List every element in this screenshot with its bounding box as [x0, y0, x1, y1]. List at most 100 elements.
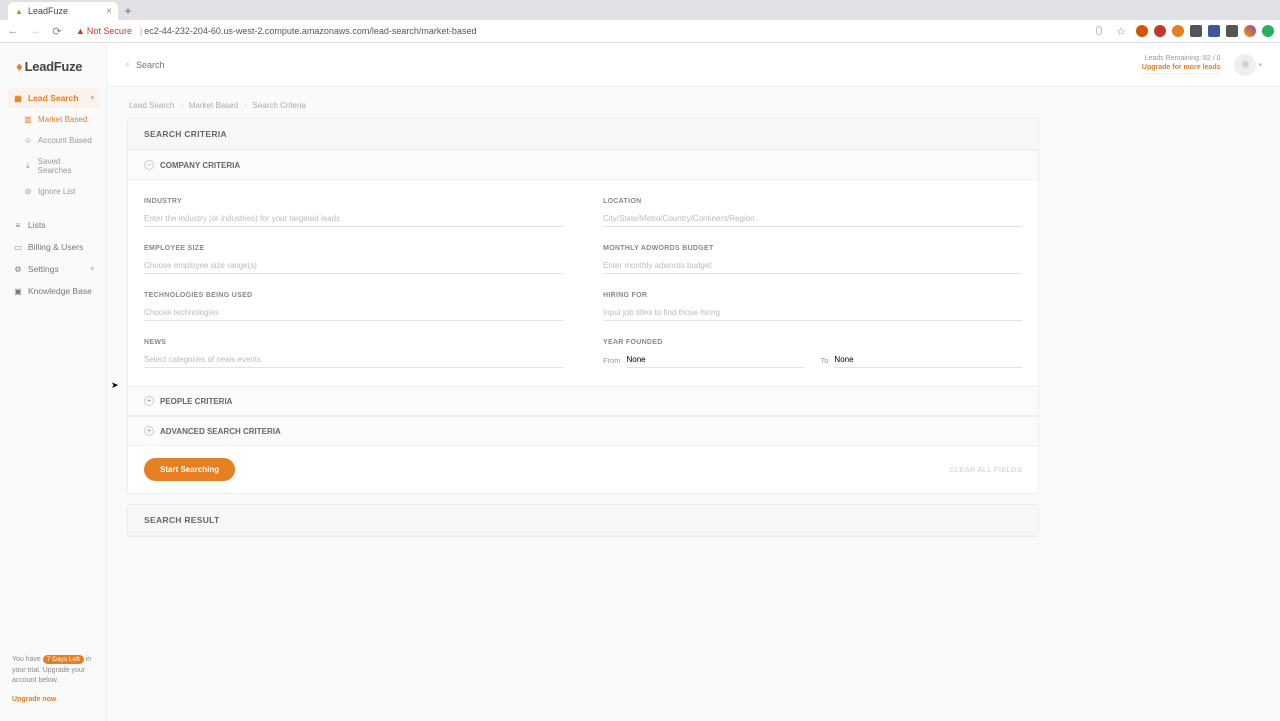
upgrade-now-link[interactable]: Upgrade now [12, 695, 96, 706]
start-searching-button[interactable]: Start Searching [144, 458, 235, 481]
panel-title: SEARCH RESULT [128, 505, 1038, 536]
url-text: ec2-44-232-204-60.us-west-2.compute.amaz… [144, 26, 476, 36]
extension-icons [1136, 25, 1274, 37]
industry-input[interactable] [144, 211, 563, 227]
grid-icon: ▦ [14, 94, 22, 103]
ext-icon[interactable] [1190, 25, 1202, 37]
tab-title: LeadFuze [28, 6, 68, 16]
advanced-criteria-header[interactable]: + ADVANCED SEARCH CRITERIA [128, 416, 1038, 446]
reload-icon[interactable]: ⟳ [50, 24, 64, 38]
browser-tab[interactable]: ▲ LeadFuze × [8, 2, 118, 20]
leads-remaining: Leads Remaining: 82 / 0 Upgrade for more… [1142, 55, 1221, 74]
news-input[interactable] [144, 352, 563, 368]
back-icon[interactable]: ← [6, 24, 20, 38]
trial-box: You have 7 Days Left in your trial. Upgr… [8, 649, 100, 711]
user-menu[interactable]: ◉ ▾ [1234, 54, 1262, 76]
key-icon[interactable]: ⬯ [1092, 24, 1106, 38]
ext-icon[interactable] [1136, 25, 1148, 37]
upgrade-leads-link[interactable]: Upgrade for more leads [1142, 64, 1221, 71]
ext-icon[interactable] [1154, 25, 1166, 37]
collapse-icon: – [144, 160, 154, 170]
employee-size-input[interactable] [144, 258, 563, 274]
logo[interactable]: ♦ LeadFuze [8, 53, 100, 88]
location-label: LOCATION [603, 198, 1022, 205]
chevron-down-icon: ▾ [90, 94, 94, 102]
chevron-down-icon: ▾ [1258, 61, 1262, 69]
breadcrumb-item[interactable]: Lead Search [129, 101, 174, 110]
gear-icon: ⚙ [14, 265, 22, 274]
sidebar-item-lists[interactable]: ≡ Lists [8, 215, 100, 235]
search-criteria-panel: SEARCH CRITERIA – COMPANY CRITERIA INDUS… [127, 118, 1039, 494]
location-input[interactable] [603, 211, 1022, 227]
technologies-input[interactable] [144, 305, 563, 321]
ext-icon[interactable] [1262, 25, 1274, 37]
hiring-input[interactable] [603, 305, 1022, 321]
warning-icon: ▲ [76, 26, 85, 36]
sidebar: ♦ LeadFuze ▦ Lead Search ▾ ▥ Market Base… [0, 43, 107, 721]
main: ⌕ Leads Remaining: 82 / 0 Upgrade for mo… [107, 43, 1280, 721]
brand-name: LeadFuze [25, 59, 83, 74]
year-to-input[interactable] [834, 352, 1022, 368]
sidebar-item-account-based[interactable]: ☺ Account Based [8, 131, 100, 150]
sidebar-item-market-based[interactable]: ▥ Market Based [8, 110, 100, 129]
people-criteria-header[interactable]: + PEOPLE CRITERIA [128, 386, 1038, 416]
breadcrumb: Lead Search › Market Based › Search Crit… [127, 101, 1260, 110]
adwords-input[interactable] [603, 258, 1022, 274]
sidebar-item-lead-search[interactable]: ▦ Lead Search ▾ [8, 88, 100, 108]
breadcrumb-item: Search Criteria [252, 101, 305, 110]
news-label: NEWS [144, 339, 563, 346]
forward-icon[interactable]: → [28, 24, 42, 38]
sidebar-item-saved-searches[interactable]: ⤓ Saved Searches [8, 152, 100, 180]
person-icon: ☺ [24, 136, 32, 145]
building-icon: ▥ [24, 115, 32, 124]
url-box[interactable]: ▲ Not Secure | ec2-44-232-204-60.us-west… [72, 23, 1084, 39]
global-search[interactable]: ⌕ [125, 59, 336, 70]
search-input[interactable] [136, 60, 336, 70]
year-to-label: To [821, 356, 829, 365]
chevron-right-icon: › [180, 102, 182, 109]
sidebar-item-billing[interactable]: ▭ Billing & Users [8, 237, 100, 257]
sidebar-item-ignore-list[interactable]: ⊘ Ignore List [8, 182, 100, 201]
book-icon: ▣ [14, 287, 22, 296]
sidebar-item-knowledge[interactable]: ▣ Knowledge Base [8, 281, 100, 301]
close-tab-icon[interactable]: × [106, 6, 112, 17]
browser-chrome: ▲ LeadFuze × + ← → ⟳ ▲ Not Secure | ec2-… [0, 0, 1280, 43]
ext-icon[interactable] [1208, 25, 1220, 37]
favicon-icon: ▲ [14, 6, 24, 16]
new-tab-button[interactable]: + [118, 2, 138, 20]
year-from-label: From [603, 356, 621, 365]
chevron-right-icon: › [244, 102, 246, 109]
breadcrumb-item[interactable]: Market Based [189, 101, 238, 110]
year-from-input[interactable] [627, 352, 805, 368]
not-secure-badge: ▲ Not Secure [76, 26, 132, 36]
save-icon: ⤓ [24, 161, 32, 171]
flame-icon: ♦ [16, 59, 23, 74]
star-icon[interactable]: ☆ [1114, 24, 1128, 38]
avatar-icon: ◉ [1234, 54, 1256, 76]
search-result-panel: SEARCH RESULT [127, 504, 1039, 537]
search-icon: ⌕ [125, 59, 130, 70]
tab-bar: ▲ LeadFuze × + [0, 0, 1280, 20]
chevron-down-icon: ▾ [90, 265, 94, 273]
list-icon: ≡ [14, 221, 22, 230]
hiring-label: HIRING FOR [603, 292, 1022, 299]
content: Lead Search › Market Based › Search Crit… [107, 87, 1280, 721]
industry-label: INDUSTRY [144, 198, 563, 205]
clear-all-link[interactable]: CLEAR ALL FIELDS [949, 465, 1022, 474]
adwords-label: MONTHLY ADWORDS BUDGET [603, 245, 1022, 252]
avatar-icon[interactable] [1244, 25, 1256, 37]
technologies-label: TECHNOLOGIES BEING USED [144, 292, 563, 299]
year-founded-label: YEAR FOUNDED [603, 339, 1022, 346]
company-criteria-header[interactable]: – COMPANY CRITERIA [128, 150, 1038, 180]
company-criteria-body: INDUSTRY LOCATION EMPLOYEE SIZE [128, 180, 1038, 386]
sidebar-item-settings[interactable]: ⚙ Settings ▾ [8, 259, 100, 279]
panel-title: SEARCH CRITERIA [128, 119, 1038, 150]
topbar: ⌕ Leads Remaining: 82 / 0 Upgrade for mo… [107, 43, 1280, 87]
ext-icon[interactable] [1226, 25, 1238, 37]
ext-icon[interactable] [1172, 25, 1184, 37]
employee-size-label: EMPLOYEE SIZE [144, 245, 563, 252]
app: ♦ LeadFuze ▦ Lead Search ▾ ▥ Market Base… [0, 43, 1280, 721]
panel-footer: Start Searching CLEAR ALL FIELDS [128, 446, 1038, 493]
address-bar: ← → ⟳ ▲ Not Secure | ec2-44-232-204-60.u… [0, 20, 1280, 42]
expand-icon: + [144, 426, 154, 436]
